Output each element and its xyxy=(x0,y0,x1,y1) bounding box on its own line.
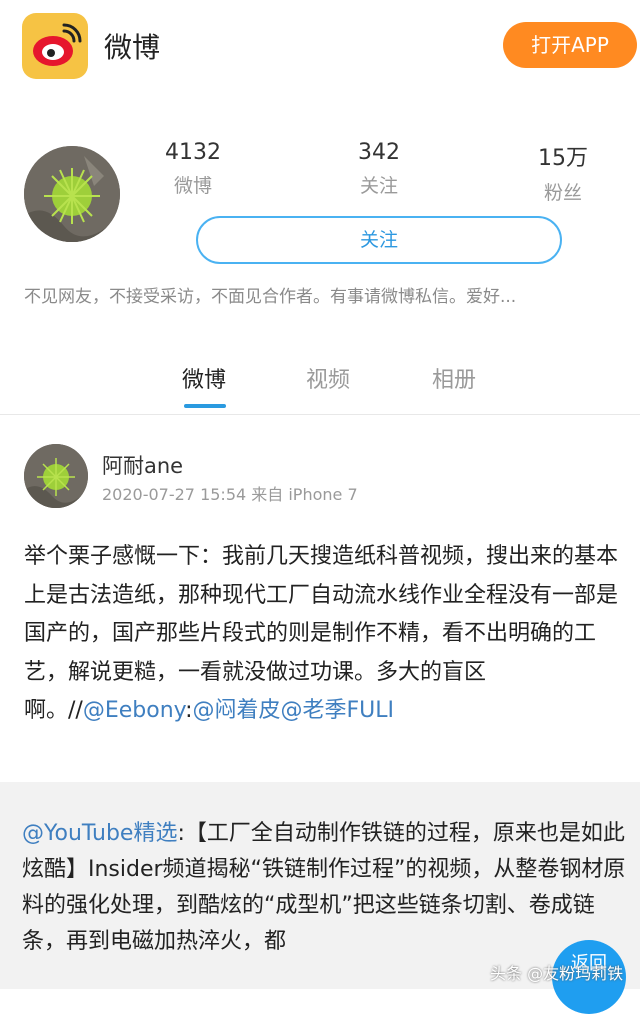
post-author-name[interactable]: 阿耐ane xyxy=(102,450,183,480)
open-app-button[interactable]: 打开APP xyxy=(503,22,637,68)
profile-bio[interactable]: 不见网友，不接受采访，不面见合作者。有事请微博私信。爱好... xyxy=(24,282,634,307)
post-text: 举个栗子感慨一下：我前几天搜造纸科普视频，搜出来的基本上是古法造纸，那种现代工厂… xyxy=(24,538,624,731)
mention-menzhepi[interactable]: @闷着皮 xyxy=(192,698,280,723)
tab-album[interactable]: 相册 xyxy=(432,362,476,394)
post-text-content: 举个栗子感慨一下：我前几天搜造纸科普视频，搜出来的基本上是古法造纸，那种现代工厂… xyxy=(24,544,619,723)
profile-avatar[interactable] xyxy=(24,146,120,242)
post-meta: 2020-07-27 15:54 来自 iPhone 7 xyxy=(102,485,358,504)
app-header: 微博 打开APP xyxy=(0,0,640,100)
follow-button[interactable]: 关注 xyxy=(196,216,562,264)
stat-following[interactable]: 342 关注 xyxy=(324,140,434,198)
mention-laoji[interactable]: @老季FULI xyxy=(281,698,395,723)
stat-followers[interactable]: 15万 粉丝 xyxy=(508,140,618,205)
stat-posts-value: 4132 xyxy=(165,140,221,165)
weibo-logo-icon[interactable] xyxy=(22,13,88,79)
mention-eebony[interactable]: @Eebony xyxy=(83,698,185,723)
stat-following-value: 342 xyxy=(358,140,400,165)
post-author-avatar[interactable] xyxy=(24,444,88,508)
repost-source-mention[interactable]: @YouTube精选 xyxy=(22,821,177,846)
stat-followers-value: 15万 xyxy=(538,146,588,171)
repost-text: @YouTube精选:【工厂全自动制作铁链的过程，原来也是如此炫酷】Inside… xyxy=(22,816,638,960)
watermark: 头条 @友粉玛莉铁 xyxy=(490,964,624,983)
divider xyxy=(0,414,640,415)
tab-video[interactable]: 视频 xyxy=(306,362,350,394)
stat-posts-label: 微博 xyxy=(173,175,212,197)
profile-tabs: 微博 视频 相册 xyxy=(0,362,640,414)
stat-following-label: 关注 xyxy=(359,175,398,197)
tab-weibo[interactable]: 微博 xyxy=(182,362,226,394)
app-name: 微博 xyxy=(104,31,161,64)
active-tab-indicator xyxy=(184,404,226,408)
stat-followers-label: 粉丝 xyxy=(543,182,582,204)
stat-posts[interactable]: 4132 微博 xyxy=(138,140,248,198)
